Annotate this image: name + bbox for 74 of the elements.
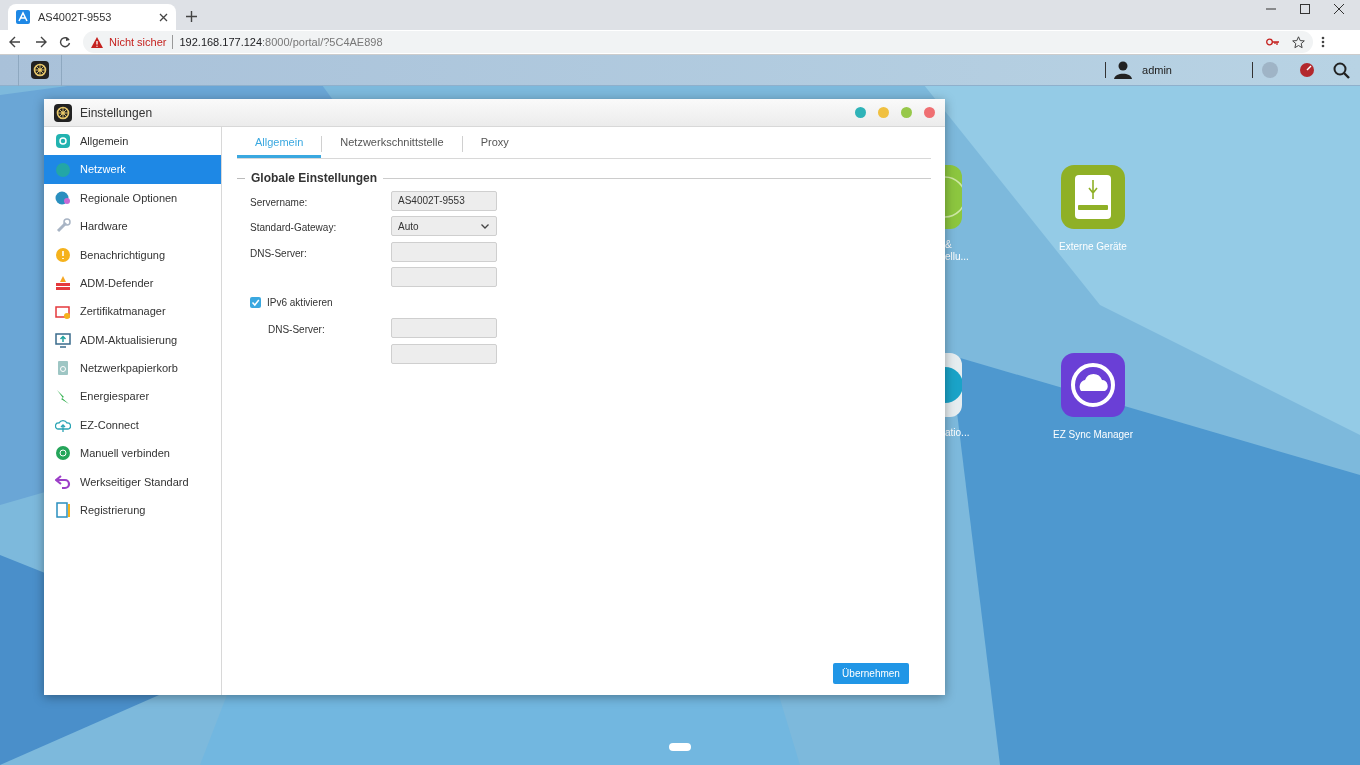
chevron-down-icon [481,223,489,229]
sidebar-item[interactable]: Manuell verbinden [44,439,221,468]
gauge-icon[interactable] [1299,62,1315,78]
sidebar-item[interactable]: Allgemein [44,127,221,156]
app-icon [16,10,30,24]
section-title: Globale Einstellungen [251,170,378,187]
browser-tab[interactable]: AS4002T-9553 [8,4,176,30]
url-text: 192.168.177.124:8000/portal/?5C4AE898 [179,34,383,50]
warning-icon [91,36,103,48]
input-field[interactable] [391,343,497,364]
alert-icon [55,246,71,263]
tab[interactable]: Proxy [462,129,527,158]
sidebar-item[interactable]: Regionale Optionen [44,183,221,213]
tab[interactable]: Netzwerkschnittstelle [322,129,462,158]
app-icon[interactable] [945,353,962,417]
icon-label: EZ Sync Manager [1052,428,1133,442]
cloud-upload-icon [55,417,71,434]
security-warning: Nicht sicher [109,34,167,50]
undo-arrow-icon [55,473,71,490]
icon-label: Externe Geräte [1059,240,1127,254]
icon-label: & [945,239,953,251]
close-icon[interactable] [159,12,168,22]
sidebar-item[interactable]: Benachrichtigung [44,240,221,269]
wrench-icon [55,218,71,235]
clipboard-icon [55,502,71,519]
field-label: DNS-Server: [250,247,307,259]
gear-icon [31,61,49,79]
back-icon[interactable] [9,36,21,48]
field-label: DNS-Server: [268,324,325,336]
user-name[interactable]: admin [1142,61,1172,79]
help-icon[interactable] [855,107,866,118]
cloud-sync-icon[interactable] [1061,353,1125,417]
icon-label: ellu... [945,251,969,263]
sidebar-item[interactable]: Werkseitiger Standard [44,467,221,497]
search-icon[interactable] [1333,61,1350,79]
user-icon[interactable] [1114,61,1133,79]
certificate-icon [55,303,71,320]
sidebar-item[interactable]: EZ-Connect [44,410,221,440]
reload-icon[interactable] [59,36,71,48]
input-field[interactable]: AS4002T-9553 [391,190,497,211]
field-label: Servername: [250,196,308,208]
checkbox-label: IPv6 aktivieren [267,296,333,311]
new-tab-icon[interactable] [186,11,197,22]
monitor-upload-icon [55,331,71,348]
forward-icon[interactable] [35,36,47,48]
sidebar-item[interactable]: ADM-Defender [44,268,221,298]
dropdown[interactable]: Auto [391,216,497,237]
sidebar-item[interactable]: Netzwerkpapierkorb [44,354,221,383]
checkbox[interactable] [250,297,261,309]
menu-icon[interactable] [1321,36,1325,48]
star-icon[interactable] [1292,35,1305,49]
sidebar-item[interactable]: ADM-Aktualisierung [44,325,221,355]
check-icon [251,298,260,308]
icon-label: atio... [945,427,970,439]
input-field[interactable] [391,267,497,288]
firewall-icon [55,275,71,292]
input-field[interactable] [391,318,497,339]
window-title: Einstellungen [80,104,154,122]
gear-icon [54,103,72,122]
sidebar-item[interactable]: Netzwerk [44,155,221,184]
sidebar-item[interactable]: Hardware [44,212,221,241]
drive-icon[interactable] [1061,165,1125,229]
tab-title: AS4002T-9553 [38,9,113,25]
sidebar-item[interactable]: Zertifikatmanager [44,297,221,326]
sidebar-item[interactable]: Registrierung [44,496,221,525]
key-icon[interactable] [1266,37,1280,47]
settings-app-button[interactable] [18,55,62,86]
field-label: Standard-Gateway: [250,222,337,234]
address-bar[interactable]: Nicht sicher 192.168.177.124:8000/portal/?5C4AE898 [83,31,1313,53]
maximize-icon[interactable] [1300,4,1310,14]
close-icon[interactable] [1334,4,1344,14]
input-field[interactable] [391,241,497,262]
sidebar-item[interactable]: Energiesparer [44,382,221,411]
dock-handle[interactable] [669,743,691,751]
